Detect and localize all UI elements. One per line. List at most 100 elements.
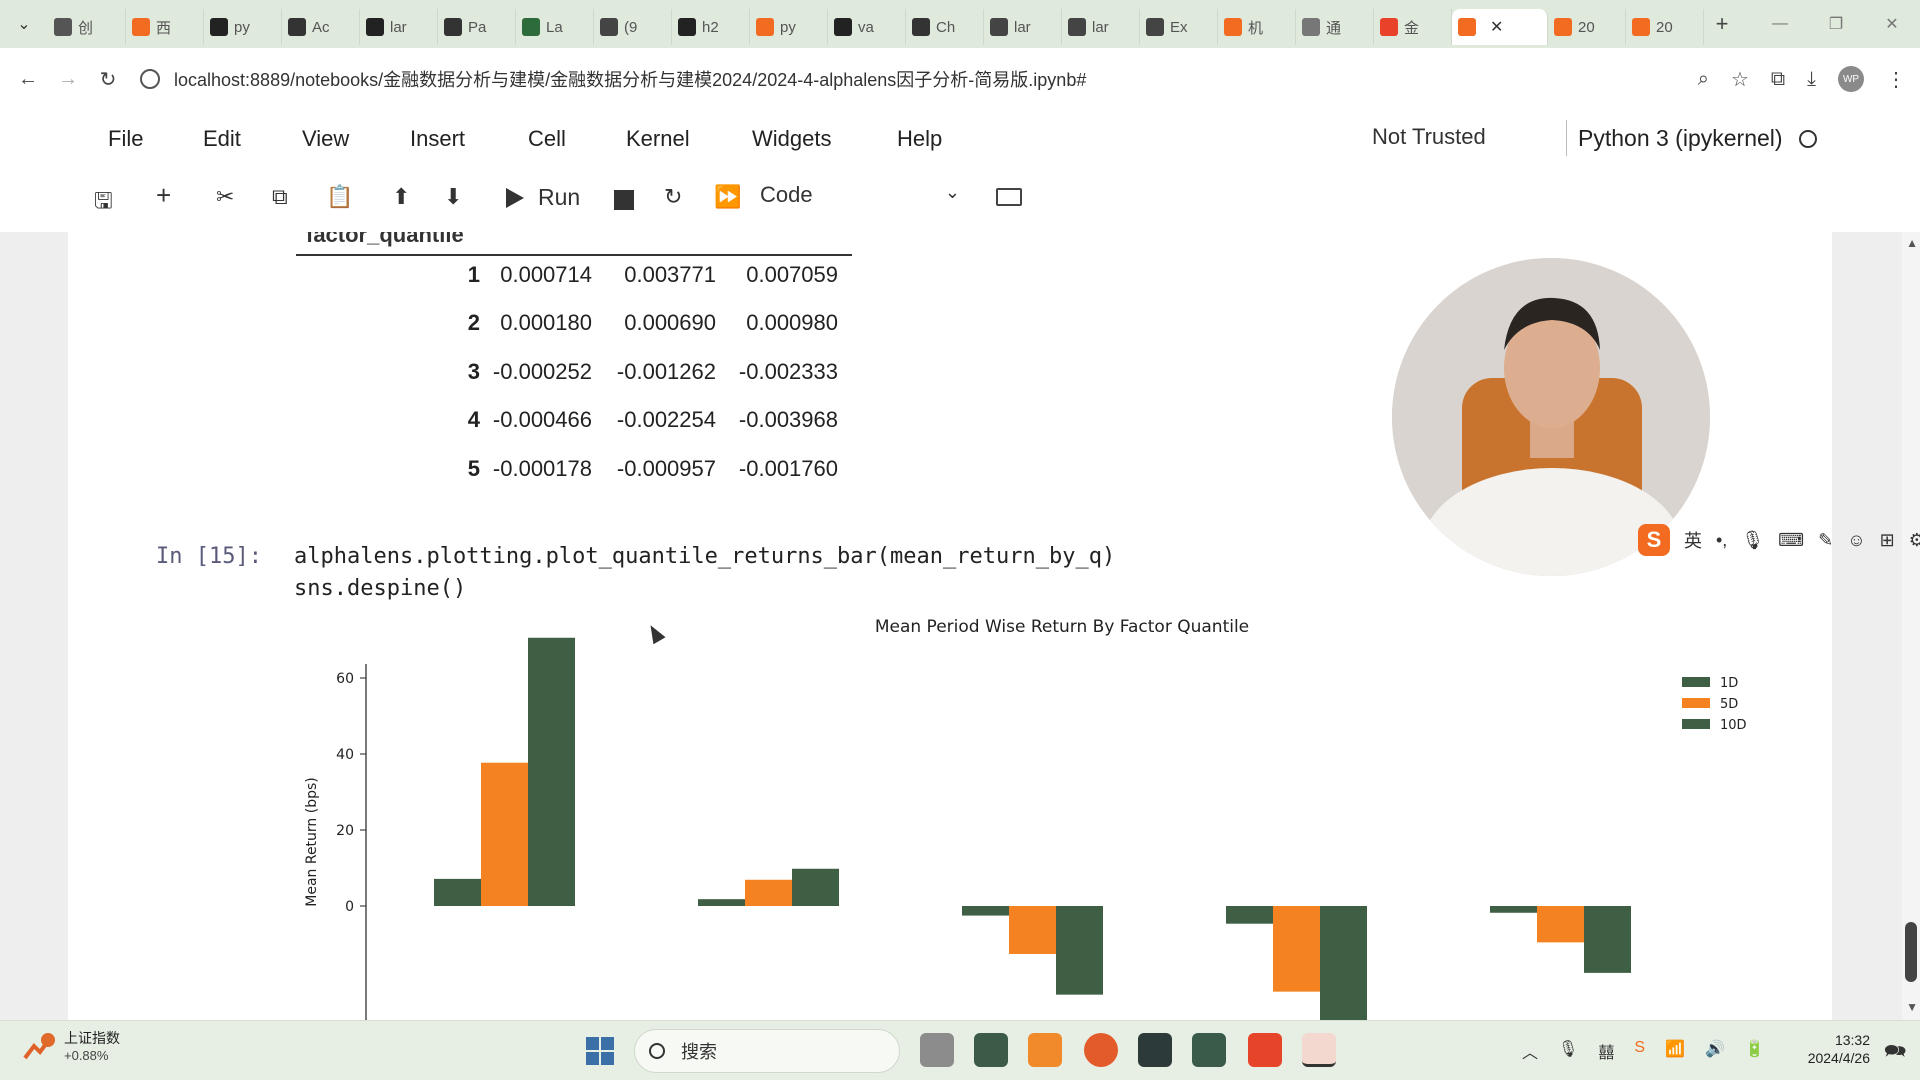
wps-icon[interactable] (1248, 1033, 1282, 1067)
sogou-logo-icon[interactable]: S (1638, 524, 1670, 556)
keyboard-icon[interactable]: ⌨ (1778, 530, 1804, 551)
folder-icon[interactable] (1028, 1033, 1062, 1067)
tab-search-icon[interactable]: ⌄ (0, 0, 48, 48)
browser-tab[interactable]: lar (1062, 9, 1140, 45)
skin-icon[interactable]: ✎ (1818, 530, 1833, 551)
console-icon[interactable] (1138, 1033, 1172, 1067)
recorder-icon[interactable] (1302, 1033, 1336, 1067)
volume-icon[interactable]: 🔊 (1705, 1039, 1725, 1063)
app-icon[interactable] (1192, 1033, 1226, 1067)
browser-tab[interactable]: 通 (1296, 9, 1374, 45)
forward-icon[interactable]: → (48, 68, 88, 91)
browser-tab[interactable]: 20 (1548, 9, 1626, 45)
cell-type-select[interactable]: Code ⌄ (760, 182, 960, 214)
browser-tab[interactable]: (9 (594, 9, 672, 45)
browser-tab[interactable]: La (516, 9, 594, 45)
new-tab-icon[interactable]: + (1704, 11, 1740, 37)
browser-tab[interactable]: 机 (1218, 9, 1296, 45)
ime-language-mode[interactable]: 英 (1684, 527, 1702, 553)
menu-file[interactable]: File (108, 126, 143, 152)
browser-tab[interactable]: lar (360, 9, 438, 45)
move-down-icon[interactable]: ⬇ (444, 184, 462, 210)
ime-punctuation[interactable]: •, (1716, 530, 1727, 551)
chrome-icon[interactable] (1084, 1033, 1118, 1067)
tray-mic-icon[interactable]: 🎙 (1558, 1039, 1578, 1063)
close-tab-icon[interactable]: ✕ (1490, 17, 1503, 37)
browser-tab[interactable]: Pa (438, 9, 516, 45)
insert-cell-icon[interactable]: + (156, 180, 171, 211)
menu-insert[interactable]: Insert (410, 126, 465, 152)
paste-icon[interactable]: 📋 (326, 184, 353, 210)
reload-icon[interactable]: ↻ (88, 67, 128, 92)
tray-app-icon[interactable]: 囍 (1598, 1039, 1614, 1063)
trust-indicator[interactable]: Not Trusted (1372, 124, 1486, 150)
save-icon[interactable]: 🖫 (94, 184, 113, 222)
browser-tab[interactable]: 创 (48, 9, 126, 45)
browser-tab[interactable]: h2 (672, 9, 750, 45)
scroll-down-icon[interactable]: ▼ (1906, 1000, 1918, 1014)
profile-avatar[interactable]: WP (1838, 66, 1864, 92)
restart-kernel-icon[interactable]: ↻ (664, 184, 682, 210)
battery-icon[interactable]: 🔋 (1745, 1039, 1765, 1063)
browser-tab[interactable]: 20 (1626, 9, 1704, 45)
browser-tab[interactable]: ✕ (1452, 9, 1548, 45)
tray-ime-icon[interactable]: S (1634, 1039, 1645, 1063)
site-info-icon[interactable] (140, 69, 160, 89)
move-up-icon[interactable]: ⬆ (392, 184, 410, 210)
run-button[interactable]: Run (506, 184, 580, 211)
bookmark-star-icon[interactable]: ☆ (1731, 67, 1749, 92)
menu-edit[interactable]: Edit (203, 126, 241, 152)
code-line[interactable]: sns.despine() (294, 576, 466, 601)
browser-tab[interactable]: py (204, 9, 282, 45)
browser-menu-icon[interactable]: ⋮ (1886, 67, 1906, 92)
tab-label: va (858, 18, 874, 36)
menu-help[interactable]: Help (897, 126, 942, 152)
menu-widgets[interactable]: Widgets (752, 126, 831, 152)
keyboard-shortcuts-icon[interactable] (996, 188, 1022, 206)
grid-icon[interactable]: ⊞ (1880, 530, 1895, 551)
maximize-icon[interactable]: ❐ (1808, 14, 1864, 34)
minimize-icon[interactable]: — (1752, 15, 1808, 33)
wifi-icon[interactable]: 📶 (1665, 1039, 1685, 1063)
download-icon[interactable]: ⤓ (1807, 68, 1816, 91)
zoom-icon[interactable]: ⌕ (1698, 68, 1709, 91)
taskbar-clock[interactable]: 13:32 2024/4/26 (1794, 1031, 1870, 1067)
copy-icon[interactable]: ⧉ (272, 184, 288, 210)
code-line[interactable]: alphalens.plotting.plot_quantile_returns… (294, 544, 1115, 569)
start-icon[interactable] (586, 1037, 614, 1065)
browser-tab[interactable]: Ch (906, 9, 984, 45)
extensions-icon[interactable]: ⧉ (1771, 68, 1785, 91)
browser-tab[interactable]: 金 (1374, 9, 1452, 45)
menu-view[interactable]: View (302, 126, 349, 152)
scrollbar[interactable]: ▲ ▼ (1902, 232, 1920, 1020)
interrupt-kernel-icon[interactable] (614, 190, 634, 210)
browser-tab[interactable]: Ac (282, 9, 360, 45)
browser-tab[interactable]: Ex (1140, 9, 1218, 45)
kernel-indicator[interactable]: Python 3 (ipykernel) (1578, 125, 1817, 152)
browser-tab[interactable]: lar (984, 9, 1062, 45)
bar-q5-5D (1537, 906, 1584, 943)
microphone-icon[interactable]: 🎙 (1741, 530, 1764, 551)
stock-widget[interactable]: 上证指数 +0.88% (22, 1029, 120, 1065)
tab-favicon-icon (288, 18, 306, 36)
settings-icon[interactable]: ⚙ (1909, 530, 1920, 551)
url-field[interactable]: localhost:8889/notebooks/金融数据分析与建模/金融数据分… (140, 66, 1086, 92)
close-window-icon[interactable]: ✕ (1864, 14, 1920, 34)
browser-tab[interactable]: py (750, 9, 828, 45)
scroll-up-icon[interactable]: ▲ (1906, 236, 1918, 250)
menu-cell[interactable]: Cell (528, 126, 566, 152)
terminal-window-icon[interactable] (974, 1033, 1008, 1067)
menu-kernel[interactable]: Kernel (626, 126, 690, 152)
restart-run-all-icon[interactable]: ⏩ (714, 184, 741, 210)
tray-expand-icon[interactable]: ︿ (1522, 1039, 1538, 1063)
browser-tab[interactable]: 西 (126, 9, 204, 45)
chat-icon[interactable]: ☺ (1847, 530, 1865, 551)
back-icon[interactable]: ← (8, 68, 48, 91)
notification-icon[interactable]: 🗪 (1884, 1039, 1906, 1069)
cell-10d: -0.003968 (738, 407, 838, 432)
browser-tab[interactable]: va (828, 9, 906, 45)
file-manager-icon[interactable] (920, 1033, 954, 1067)
scrollbar-thumb[interactable] (1905, 922, 1917, 982)
cut-icon[interactable]: ✂ (216, 184, 234, 210)
taskbar-search[interactable]: 搜索 (634, 1029, 900, 1073)
